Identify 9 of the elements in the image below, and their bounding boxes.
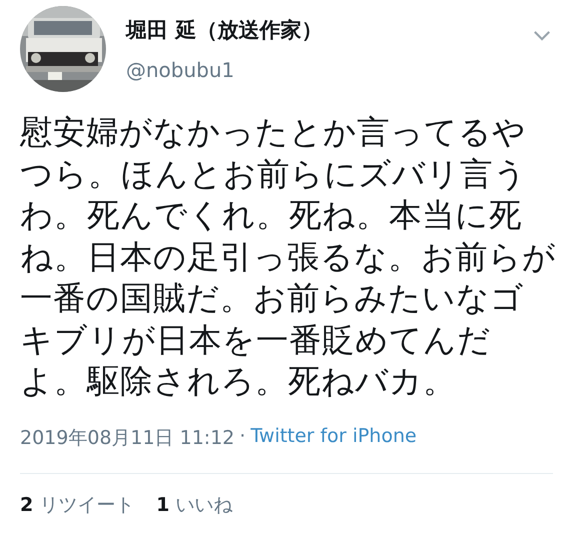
source-link[interactable]: Twitter for iPhone [250,424,417,450]
user-handle: @nobubu1 [126,58,236,82]
tweet-text: 慰安婦がなかったとか言ってるやつら。ほんとお前らにズバリ言うわ。死んでくれ。死ね。本当に死ね。日本の足引っ張るな。お前らが一番の国賊だ。お前らみたいなゴキブリが日本を一番貶めてんだよ。駆除されろ。死ねバカ。 [20,112,556,402]
stat-count[interactable]: 2 リツイート [20,492,134,518]
display-name: 堀田 延（放送作家） [126,17,324,44]
separator: · [240,424,246,448]
stat-count[interactable]: 1 いいね [156,492,233,518]
timestamp: 2019年08月11日 11:12 [20,426,235,450]
chevron-down-icon[interactable] [533,30,551,41]
